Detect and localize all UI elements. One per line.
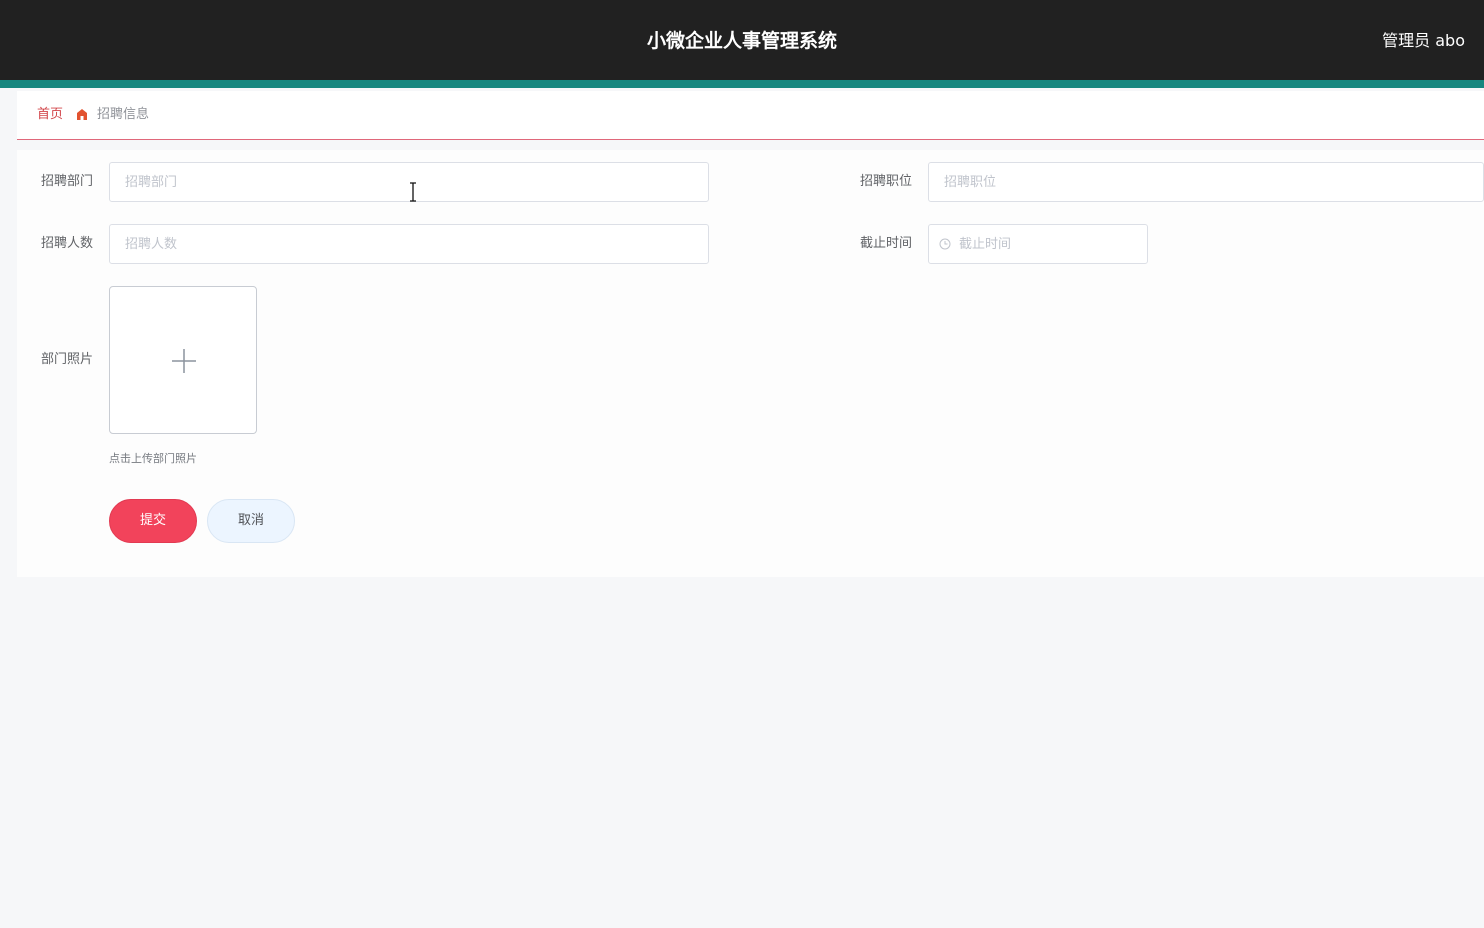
photo-label: 部门照片: [41, 352, 94, 367]
upload-hint: 点击上传部门照片: [109, 452, 197, 465]
headcount-input[interactable]: [109, 224, 709, 264]
recruitment-form: 招聘部门 招聘职位 招聘人数 截止时间 部门照片 点击上传部门照片 提交 取消: [17, 150, 1484, 577]
cancel-button[interactable]: 取消: [207, 499, 295, 543]
user-menu[interactable]: 管理员 abo: [1382, 30, 1465, 52]
position-label: 招聘职位: [860, 174, 913, 189]
position-input[interactable]: [928, 162, 1484, 202]
department-label: 招聘部门: [41, 174, 94, 189]
breadcrumb-home-link[interactable]: 首页: [37, 106, 63, 124]
deadline-date-picker[interactable]: [928, 224, 1148, 264]
breadcrumb-current: 招聘信息: [97, 107, 150, 122]
plus-icon: [172, 349, 196, 373]
clock-icon: [939, 238, 951, 250]
navbar-accent-bar: [0, 80, 1484, 88]
deadline-label: 截止时间: [860, 236, 913, 251]
top-navbar: 小微企业人事管理系统 管理员 abo: [0, 0, 1484, 80]
breadcrumb: 首页 招聘信息: [17, 91, 1484, 140]
headcount-label: 招聘人数: [41, 236, 94, 251]
home-icon: [77, 109, 87, 120]
app-title: 小微企业人事管理系统: [646, 30, 837, 52]
text-cursor-icon: [410, 182, 416, 202]
submit-button[interactable]: 提交: [109, 499, 197, 543]
photo-upload-box[interactable]: [109, 286, 257, 434]
